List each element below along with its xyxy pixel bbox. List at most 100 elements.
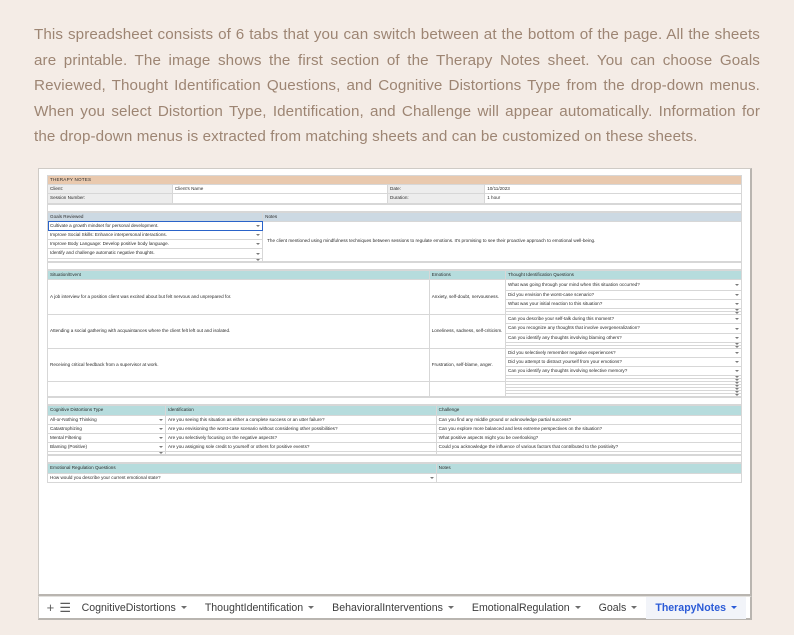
question-dropdown-1-3[interactable]: What was your initial reaction to this s… — [505, 299, 742, 310]
chevron-down-icon[interactable] — [256, 243, 261, 246]
chevron-down-icon[interactable] — [631, 606, 638, 609]
chevron-down-icon[interactable] — [158, 446, 163, 449]
question-dropdown-1-2[interactable]: Did you envision the worst-case scenario… — [505, 289, 742, 301]
question-dropdown-2-3-label: Can you identify any thoughts involving … — [508, 334, 622, 340]
distortion-type-dropdown-2[interactable]: Catastrophizing — [47, 423, 166, 435]
chevron-down-icon[interactable] — [180, 606, 187, 609]
situation-event-header: Situation/Event — [47, 269, 430, 280]
question-dropdown-2-1[interactable]: Can you describe your self-talk during t… — [505, 314, 742, 325]
chevron-down-icon[interactable] — [735, 361, 739, 364]
emotions-cell-1[interactable]: Anxiety, self-doubt, nervousness. — [428, 278, 507, 316]
sheet-title: THERAPY NOTES — [47, 174, 742, 186]
tab-goals[interactable]: Goals — [590, 597, 647, 619]
identification-cell-1: Are you seeing this situation as either … — [164, 414, 437, 425]
chevron-down-icon[interactable] — [256, 234, 261, 237]
goals-notes-cell[interactable]: The client mentioned using mindfulness t… — [262, 220, 742, 262]
chevron-down-icon[interactable] — [308, 606, 315, 609]
chevron-down-icon[interactable] — [735, 327, 739, 330]
distortion-type-dropdown-4[interactable]: Blaming (Positive) — [47, 442, 166, 453]
table-row: Blaming (Positive) Are you assigning sol… — [47, 442, 743, 453]
add-sheet-icon[interactable]: + — [43, 601, 58, 614]
question-dropdown-4-5[interactable] — [505, 393, 742, 398]
chevron-down-icon[interactable] — [735, 370, 739, 373]
chevron-down-icon[interactable] — [158, 427, 163, 430]
client-label: Client: — [47, 184, 173, 195]
chevron-down-icon[interactable] — [735, 283, 739, 286]
emotions-cell-3[interactable]: Frustration, self-blame, anger. — [428, 347, 507, 383]
distortion-type-dropdown-4-label: Blaming (Positive) — [50, 444, 88, 450]
table-row: Receiving critical feedback from a super… — [47, 347, 742, 383]
question-dropdown-3-2-label: Did you attempt to distract yourself fro… — [508, 359, 622, 365]
chevron-down-icon[interactable] — [731, 606, 737, 609]
tab-emotional-regulation-label: EmotionalRegulation — [471, 601, 570, 614]
distortion-type-header: Cognitive Distortions Type — [47, 405, 166, 416]
all-sheets-menu-icon[interactable]: ☰ — [58, 601, 73, 614]
distortion-type-dropdown-3-label: Mental Filtering — [50, 435, 82, 441]
distortion-type-dropdown-1[interactable]: All-or-Nothing Thinking — [47, 414, 166, 425]
emotions-cell-2[interactable]: Loneliness, sadness, self-criticism. — [428, 314, 507, 349]
tab-behavioral-interventions-label: BehavioralInterventions — [332, 601, 443, 614]
tab-emotional-regulation[interactable]: EmotionalRegulation — [463, 597, 590, 619]
client-value[interactable]: Client's Name — [171, 184, 389, 195]
distortion-type-dropdown-3[interactable]: Mental Filtering — [47, 433, 166, 444]
chevron-down-icon[interactable] — [735, 394, 739, 396]
emotional-question-dropdown-1[interactable]: How would you describe your current emot… — [47, 472, 437, 483]
goal-dropdown-5[interactable] — [46, 257, 264, 262]
chevron-down-icon[interactable] — [574, 606, 581, 609]
tab-behavioral-interventions[interactable]: BehavioralInterventions — [323, 597, 463, 619]
question-dropdown-2-2[interactable]: Can you recognize any thoughts that invo… — [505, 323, 742, 334]
situation-cell-1[interactable]: A job interview for a position client wa… — [47, 278, 430, 316]
chevron-down-icon[interactable] — [158, 437, 163, 440]
situation-cell-4[interactable] — [47, 381, 430, 398]
chevron-down-icon[interactable] — [158, 418, 163, 421]
emotional-regulation-table: Emotional Regulation Questions Notes How… — [47, 463, 743, 483]
distortion-type-dropdown-5[interactable] — [47, 451, 166, 456]
chevron-down-icon[interactable] — [256, 224, 261, 227]
chevron-down-icon[interactable] — [735, 303, 739, 306]
question-dropdown-3-1[interactable]: Did you selectively remember negative ex… — [505, 347, 742, 359]
tab-cognitive-distortions-label: CognitiveDistortions — [81, 601, 176, 614]
session-number-value[interactable] — [171, 193, 389, 204]
tab-therapy-notes[interactable]: TherapyNotes — [646, 596, 746, 619]
table-row: Cultivate a growth mindset for personal … — [46, 220, 742, 262]
chevron-down-icon[interactable] — [735, 293, 739, 296]
chevron-down-icon[interactable] — [256, 252, 261, 255]
table-row: Client: Client's Name Date: 10/11/2023 — [47, 184, 742, 195]
chevron-down-icon[interactable] — [447, 606, 454, 609]
situation-cell-2[interactable]: Attending a social gathering with acquai… — [47, 314, 430, 349]
table-row: Session Number: Duration: 1 hour — [47, 193, 742, 204]
question-dropdown-1-1[interactable]: What was going through your mind when th… — [505, 278, 742, 291]
chevron-down-icon[interactable] — [158, 452, 163, 454]
chevron-down-icon[interactable] — [735, 336, 739, 339]
goal-dropdown-2[interactable]: Improve Social Skills: Enhance interpers… — [46, 230, 264, 241]
chevron-down-icon[interactable] — [735, 351, 739, 354]
question-dropdown-2-3[interactable]: Can you identify any thoughts involving … — [505, 332, 742, 343]
goal-dropdown-1[interactable]: Cultivate a growth mindset for personal … — [46, 220, 264, 232]
challenge-cell-4: Could you acknowledge the influence of v… — [435, 442, 743, 453]
chevron-down-icon[interactable] — [256, 259, 261, 261]
question-dropdown-3-2[interactable]: Did you attempt to distract yourself fro… — [505, 357, 742, 368]
emotions-cell-4[interactable] — [428, 381, 507, 398]
tab-cognitive-distortions[interactable]: CognitiveDistortions — [73, 597, 196, 619]
situation-cell-3[interactable]: Receiving critical feedback from a super… — [47, 347, 430, 383]
table-row: Situation/Event Emotions Thought Identif… — [47, 269, 742, 280]
question-dropdown-2-1-label: Can you describe your self-talk during t… — [508, 316, 614, 322]
duration-value[interactable]: 1 hour — [484, 193, 742, 204]
chevron-down-icon[interactable] — [735, 318, 739, 321]
goal-dropdown-3-label: Improve Body Language: Develop positive … — [50, 241, 170, 247]
date-value[interactable]: 10/11/2023 — [484, 184, 742, 195]
table-row: THERAPY NOTES — [47, 174, 742, 186]
goal-dropdown-4-label: Identify and challenge automatic negativ… — [50, 250, 155, 256]
identification-header: Identification — [164, 405, 437, 416]
emotional-regulation-questions-header: Emotional Regulation Questions — [47, 463, 437, 474]
goal-dropdown-3[interactable]: Improve Body Language: Develop positive … — [46, 239, 264, 250]
emotional-notes-cell-1[interactable] — [435, 472, 743, 483]
tab-therapy-notes-label: TherapyNotes — [655, 601, 726, 614]
question-dropdown-3-3[interactable]: Can you identify any thoughts involving … — [505, 366, 742, 377]
question-dropdown-1-3-label: What was your initial reaction to this s… — [508, 301, 603, 307]
chevron-down-icon[interactable] — [429, 476, 434, 479]
goal-dropdown-4[interactable]: Identify and challenge automatic negativ… — [46, 248, 264, 259]
intro-paragraph: This spreadsheet consists of 6 tabs that… — [0, 0, 794, 150]
table-row: Goals Reviewed Notes — [46, 211, 742, 222]
tab-thought-identification[interactable]: ThoughtIdentification — [196, 597, 323, 619]
